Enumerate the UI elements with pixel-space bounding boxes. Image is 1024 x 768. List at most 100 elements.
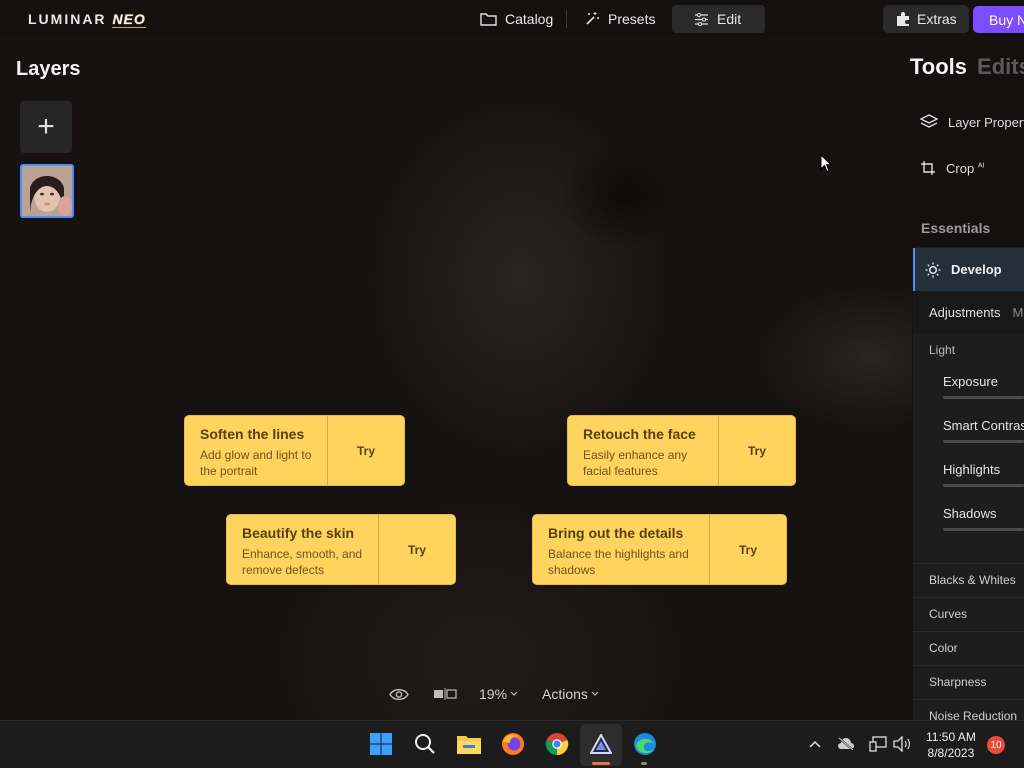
add-layer-button[interactable]: +	[20, 101, 72, 153]
presets-label: Presets	[608, 11, 656, 27]
active-app-indicator	[592, 762, 610, 765]
essentials-heading: Essentials	[921, 220, 991, 236]
top-bar: LUMINAR NEO Catalog Presets Edit Extras …	[0, 0, 1024, 38]
card-title: Retouch the face	[583, 426, 696, 442]
layer-thumbnail[interactable]	[20, 164, 74, 218]
exposure-label: Exposure	[943, 374, 998, 389]
card-title: Bring out the details	[548, 525, 684, 541]
sun-icon	[925, 262, 941, 277]
luminar-app-icon-wrapper	[588, 731, 614, 757]
mouse-cursor-icon	[820, 154, 832, 173]
smart-contrast-slider[interactable]	[943, 440, 1024, 443]
extras-label: Extras	[917, 11, 957, 27]
crop-item[interactable]: Crop AI	[920, 160, 984, 176]
actions-dropdown[interactable]: Actions	[542, 684, 599, 704]
clock-time: 11:50 AM	[926, 730, 976, 744]
taskbar: 11:50 AM 8/8/2023 10	[0, 720, 1024, 768]
preview-toggle[interactable]	[389, 684, 409, 704]
catalog-button[interactable]: Catalog	[470, 5, 563, 33]
actions-label: Actions	[542, 686, 588, 702]
card-description: Add glow and light to the portrait	[200, 448, 312, 478]
crop-icon	[921, 161, 935, 175]
suggestion-card-skin: Beautify the skin Enhance, smooth, and r…	[226, 514, 456, 585]
layer-properties-label: Layer Propert	[948, 115, 1024, 130]
card-description: Enhance, smooth, and remove defects	[242, 547, 363, 577]
windows-icon	[370, 733, 392, 755]
tab-edits[interactable]: Edits	[977, 54, 1024, 79]
chevron-up-icon	[809, 740, 821, 748]
layer-properties-item[interactable]: Layer Propert	[920, 114, 1024, 131]
edge-icon	[634, 733, 656, 755]
photo-shadow-area	[560, 140, 690, 250]
open-app-indicator	[641, 762, 647, 765]
zoom-dropdown[interactable]: 19%	[479, 684, 518, 704]
show-hidden-icons-button[interactable]	[802, 731, 828, 757]
adjustments-extra-label[interactable]: M	[1013, 305, 1024, 320]
card-description: Balance the highlights and shadows	[548, 547, 689, 577]
curves-section[interactable]: Curves	[913, 597, 1024, 630]
exposure-slider[interactable]	[943, 396, 1024, 399]
try-button[interactable]: Try	[718, 416, 795, 485]
photo-canvas[interactable]	[0, 38, 912, 720]
extras-button[interactable]: Extras	[883, 5, 969, 33]
chrome-icon	[545, 733, 569, 756]
firefox-icon	[502, 733, 524, 755]
compare-icon	[434, 688, 457, 700]
chevron-down-icon	[510, 691, 518, 696]
ai-badge: AI	[977, 162, 985, 170]
network-button[interactable]	[865, 731, 891, 757]
edit-label: Edit	[717, 11, 742, 27]
try-button[interactable]: Try	[709, 515, 786, 584]
shadows-slider[interactable]	[943, 528, 1024, 531]
try-button[interactable]: Try	[327, 416, 404, 485]
blacks-whites-section[interactable]: Blacks & Whites	[913, 563, 1024, 596]
presets-button[interactable]: Presets	[574, 5, 665, 33]
sliders-icon	[695, 12, 708, 26]
crop-label: Crop	[946, 160, 975, 176]
card-title: Soften the lines	[200, 426, 305, 442]
develop-label: Develop	[951, 262, 1002, 277]
catalog-label: Catalog	[505, 11, 554, 27]
compare-toggle[interactable]	[433, 684, 457, 704]
panel-tabs: Tools Edits	[910, 54, 1024, 80]
puzzle-icon	[897, 12, 909, 26]
layers-icon	[920, 114, 938, 128]
tab-tools[interactable]: Tools	[910, 54, 967, 79]
start-button[interactable]	[368, 731, 394, 757]
volume-button[interactable]	[889, 731, 915, 757]
buy-button[interactable]: Buy N	[973, 6, 1024, 33]
speaker-icon	[893, 736, 910, 752]
chevron-down-icon	[591, 691, 599, 696]
highlights-slider[interactable]	[943, 484, 1024, 487]
folder-icon	[457, 736, 481, 754]
try-button[interactable]: Try	[378, 515, 455, 584]
app-logo: LUMINAR NEO	[28, 11, 146, 28]
develop-header[interactable]: Develop	[913, 248, 1024, 291]
sharpness-section[interactable]: Sharpness	[913, 665, 1024, 698]
magic-wand-icon	[586, 12, 599, 25]
card-title: Beautify the skin	[242, 525, 355, 541]
color-section[interactable]: Color	[913, 631, 1024, 664]
folder-icon	[480, 13, 497, 26]
edit-button[interactable]: Edit	[672, 5, 765, 33]
notification-badge[interactable]: 10	[987, 736, 1005, 754]
chrome-button[interactable]	[544, 731, 570, 757]
adjustments-tab[interactable]: Adjustments M	[913, 291, 1024, 333]
edge-button[interactable]	[632, 731, 658, 757]
file-explorer-button[interactable]	[456, 731, 482, 757]
clock-date: 8/8/2023	[927, 746, 975, 760]
smart-contrast-label: Smart Contras	[943, 418, 1024, 433]
highlights-label: Highlights	[943, 462, 1001, 477]
cloud-status-button[interactable]	[833, 731, 859, 757]
network-monitor-icon	[869, 736, 887, 752]
search-button[interactable]	[412, 731, 438, 757]
shadows-label: Shadows	[943, 506, 997, 521]
light-section-label: Light	[929, 343, 956, 357]
system-clock[interactable]: 11:50 AM 8/8/2023	[926, 729, 976, 761]
layers-title: Layers	[16, 58, 81, 80]
luminar-icon	[590, 734, 612, 754]
eye-icon	[389, 688, 409, 700]
suggestion-card-details: Bring out the details Balance the highli…	[532, 514, 787, 585]
search-icon	[415, 734, 435, 754]
firefox-button[interactable]	[500, 731, 526, 757]
